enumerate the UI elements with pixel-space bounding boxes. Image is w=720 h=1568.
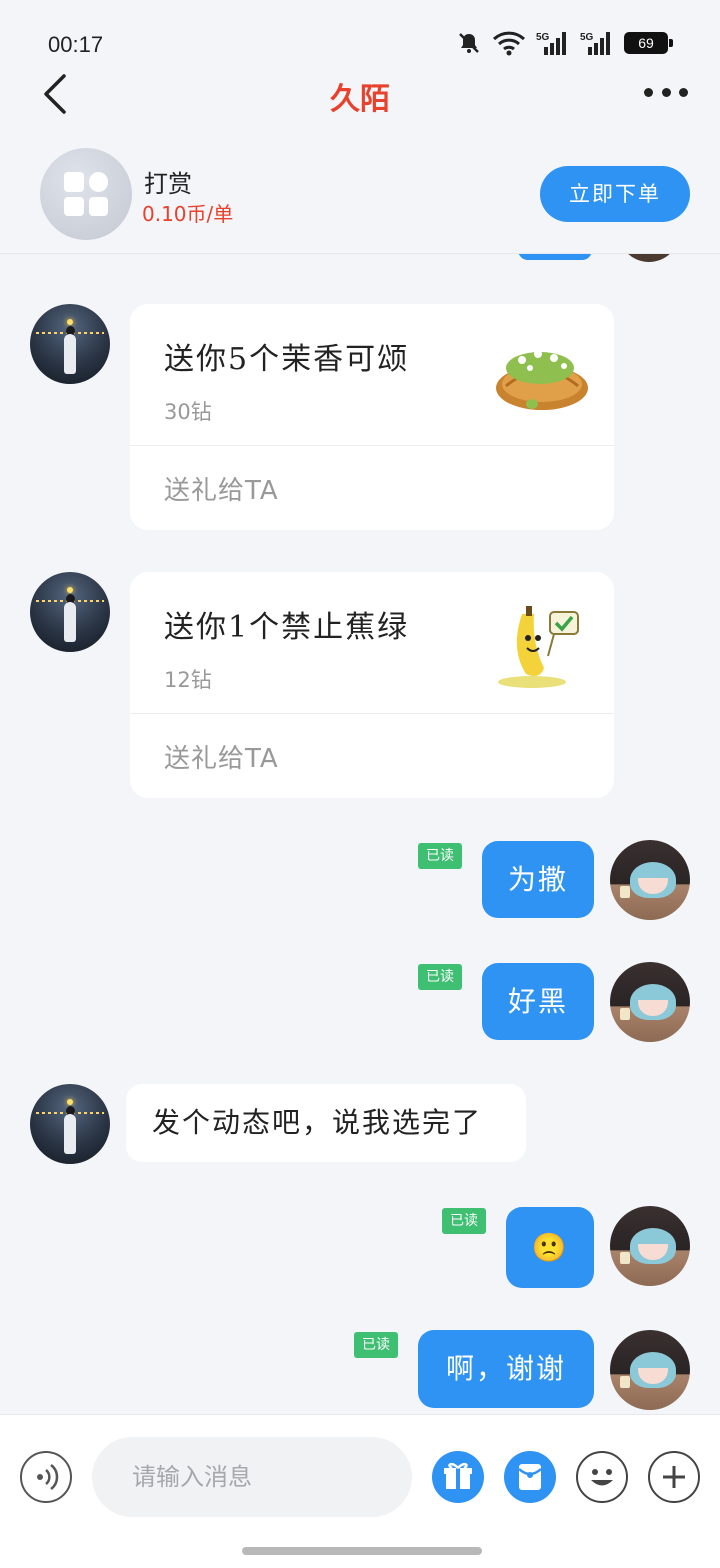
read-badge: 已读	[442, 1208, 486, 1234]
gift-icon	[444, 1462, 472, 1489]
bell-muted-icon	[459, 33, 479, 53]
home-indicator[interactable]	[242, 1547, 482, 1555]
message-bubble[interactable]: 发个动态吧，说我选完了	[126, 1084, 526, 1162]
contact-avatar[interactable]	[30, 304, 110, 384]
message-bubble[interactable]: 好黑	[482, 963, 594, 1040]
status-icons: 5G 5G 69	[456, 30, 673, 56]
reward-price: 0.10币/单	[142, 202, 234, 226]
croissant-gift-icon	[496, 350, 588, 410]
gift-card[interactable]: 送你5个茉香可颂 30钻 送礼给TA	[130, 304, 614, 530]
my-avatar[interactable]	[610, 1330, 690, 1410]
signal-5g-icon: 5G	[580, 32, 610, 55]
gift-price: 30钻	[164, 400, 212, 424]
status-bar: 00:17 5G 5G 69	[0, 0, 720, 66]
read-badge: 已读	[418, 843, 462, 869]
message-bubble[interactable]: 啊，谢谢	[418, 1330, 594, 1408]
emoji-button[interactable]	[576, 1451, 628, 1503]
more-button[interactable]	[644, 80, 688, 104]
envelope-icon	[518, 1464, 542, 1490]
divider	[130, 445, 614, 446]
message-list[interactable]: 送你5个茉香可颂 30钻 送礼给TA 送你1个禁止蕉绿 12钻 送礼给TA 已读…	[0, 254, 720, 1414]
read-badge: 已读	[418, 964, 462, 990]
my-avatar[interactable]	[610, 840, 690, 920]
nav-bar: 久陌	[0, 66, 720, 122]
plus-icon	[663, 1466, 685, 1488]
more-actions-button[interactable]	[648, 1451, 700, 1503]
gift-button[interactable]	[432, 1451, 484, 1503]
more-dot	[644, 87, 653, 97]
send-gift-link[interactable]: 送礼给TA	[164, 738, 279, 775]
more-dot	[661, 87, 671, 97]
chat-title: 久陌	[330, 82, 390, 117]
message-bubble[interactable]: 为撒	[482, 841, 594, 918]
message-input[interactable]	[92, 1437, 412, 1517]
banana-gift-icon	[498, 606, 579, 688]
gift-title: 送你5个茉香可颂	[164, 342, 410, 377]
my-avatar[interactable]	[610, 962, 690, 1042]
smiley-icon	[591, 1469, 613, 1486]
order-now-button[interactable]: 立即下单	[540, 166, 690, 222]
send-gift-link[interactable]: 送礼给TA	[164, 470, 279, 507]
gift-price: 12钻	[164, 668, 212, 692]
message-bubble[interactable]: 🙁	[506, 1207, 594, 1288]
gift-card[interactable]: 送你1个禁止蕉绿 12钻 送礼给TA	[130, 572, 614, 798]
contact-avatar[interactable]	[30, 1084, 110, 1164]
svg-text:5G: 5G	[536, 32, 550, 43]
my-avatar[interactable]	[610, 1206, 690, 1286]
voice-icon	[37, 1464, 59, 1490]
red-packet-button[interactable]	[504, 1451, 556, 1503]
svg-text:5G: 5G	[580, 32, 594, 43]
apps-grid-icon	[40, 148, 132, 240]
contact-avatar[interactable]	[30, 572, 110, 652]
signal-5g-icon: 5G	[536, 32, 566, 55]
input-bar	[0, 1414, 720, 1568]
divider	[130, 713, 614, 714]
read-badge: 已读	[354, 1332, 398, 1358]
more-dot	[679, 87, 688, 97]
reward-title: 打赏	[144, 170, 192, 198]
reward-bar: 打赏 0.10币/单 立即下单	[0, 136, 720, 254]
wifi-icon	[492, 31, 526, 56]
partial-bubble	[518, 254, 592, 260]
voice-button[interactable]	[20, 1451, 72, 1503]
gift-title: 送你1个禁止蕉绿	[164, 610, 410, 645]
status-time: 00:17	[48, 32, 104, 57]
battery-icon: 69	[624, 32, 673, 54]
partial-avatar	[618, 254, 680, 262]
